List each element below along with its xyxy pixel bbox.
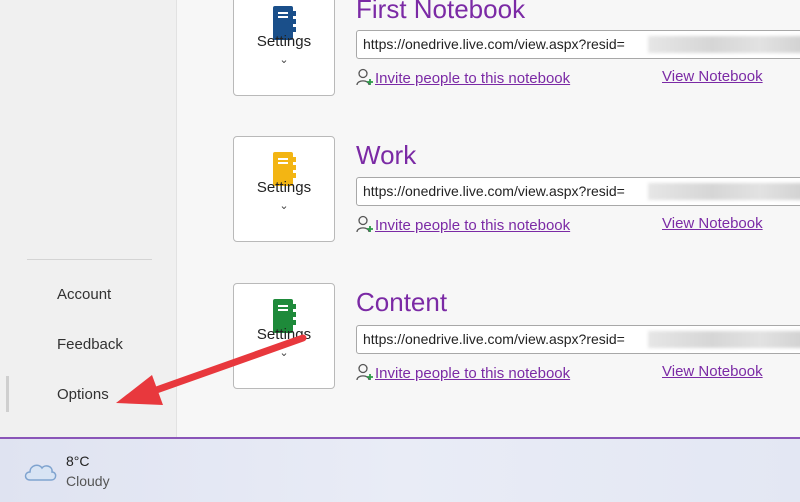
notebook-url: https://onedrive.live.com/view.aspx?resi… bbox=[363, 331, 625, 347]
nav-scroll-indicator bbox=[6, 376, 9, 412]
invite-people-link[interactable]: Invite people to this notebook bbox=[356, 68, 570, 87]
weather-condition[interactable]: Cloudy bbox=[66, 473, 110, 489]
invite-label: Invite people to this notebook bbox=[375, 365, 571, 382]
notebook-url-field[interactable]: https://onedrive.live.com/view.aspx?resi… bbox=[356, 325, 800, 354]
nav-account[interactable]: Account bbox=[57, 286, 111, 303]
notebook-title: Content bbox=[356, 287, 448, 317]
settings-label: Settings bbox=[256, 179, 312, 196]
cloud-icon[interactable] bbox=[22, 457, 58, 483]
view-notebook-link[interactable]: View Notebook bbox=[662, 68, 763, 85]
settings-label: Settings bbox=[256, 326, 312, 343]
redacted-region bbox=[648, 183, 800, 200]
nav-divider bbox=[27, 259, 152, 260]
notebook-title: Work bbox=[356, 140, 417, 170]
chevron-down-icon: ⌄ bbox=[279, 347, 289, 359]
add-person-icon bbox=[356, 363, 373, 381]
nav-feedback[interactable]: Feedback bbox=[57, 336, 123, 353]
invite-people-link[interactable]: Invite people to this notebook bbox=[356, 363, 570, 382]
view-notebook-link[interactable]: View Notebook bbox=[662, 363, 763, 380]
chevron-down-icon: ⌄ bbox=[279, 200, 289, 212]
add-person-icon bbox=[356, 68, 373, 86]
settings-label: Settings bbox=[256, 33, 312, 50]
notebook-list: Settings ⌄ First Notebook https://onedri… bbox=[177, 0, 800, 437]
notebook-settings-button[interactable]: Settings ⌄ bbox=[233, 283, 335, 389]
invite-label: Invite people to this notebook bbox=[375, 70, 571, 87]
backstage-nav: Account Feedback Options bbox=[0, 0, 177, 437]
nav-options[interactable]: Options bbox=[57, 386, 109, 403]
add-person-icon bbox=[356, 215, 373, 233]
redacted-region bbox=[648, 331, 800, 348]
invite-label: Invite people to this notebook bbox=[375, 217, 571, 234]
notebook-title: First Notebook bbox=[356, 0, 526, 24]
view-notebook-link[interactable]: View Notebook bbox=[662, 215, 763, 232]
notebook-settings-button[interactable]: Settings ⌄ bbox=[233, 0, 335, 96]
notebook-settings-button[interactable]: Settings ⌄ bbox=[233, 136, 335, 242]
notebook-url: https://onedrive.live.com/view.aspx?resi… bbox=[363, 183, 625, 199]
chevron-down-icon: ⌄ bbox=[279, 54, 289, 66]
redacted-region bbox=[648, 36, 800, 53]
taskbar: 8°C Cloudy bbox=[0, 437, 800, 502]
weather-temperature[interactable]: 8°C bbox=[66, 453, 90, 469]
notebook-url-field[interactable]: https://onedrive.live.com/view.aspx?resi… bbox=[356, 30, 800, 59]
notebook-url-field[interactable]: https://onedrive.live.com/view.aspx?resi… bbox=[356, 177, 800, 206]
invite-people-link[interactable]: Invite people to this notebook bbox=[356, 215, 570, 234]
notebook-url: https://onedrive.live.com/view.aspx?resi… bbox=[363, 36, 625, 52]
